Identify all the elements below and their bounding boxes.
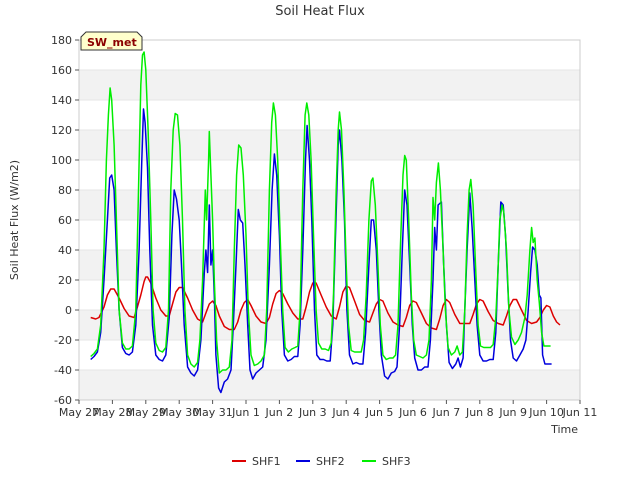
y-tick-label: -40 [54, 364, 72, 377]
legend-label-shf2: SHF2 [316, 455, 345, 468]
y-tick-label: -20 [54, 334, 72, 347]
grid-band [79, 370, 580, 400]
y-tick-label: 120 [51, 124, 72, 137]
legend: SHF1 SHF2 SHF3 [232, 455, 411, 468]
y-tick-label: 140 [51, 94, 72, 107]
y-tick-label: 60 [58, 214, 72, 227]
x-tick-label: Jun 10 [528, 406, 564, 419]
grid-band [79, 130, 580, 160]
sw-met-badge: SW_met [80, 31, 143, 51]
x-tick-label: Jun 5 [365, 406, 394, 419]
y-tick-label: 40 [58, 244, 72, 257]
y-tick-label: 100 [51, 154, 72, 167]
chart-title: Soil Heat Flux [275, 4, 365, 19]
y-axis-label: Soil Heat Flux (W/m2) [8, 160, 21, 280]
grid-band [79, 70, 580, 100]
grid-band [79, 250, 580, 280]
legend-label-shf3: SHF3 [382, 455, 411, 468]
x-tick-label: Jun 4 [331, 406, 360, 419]
x-axis-label: Time [550, 423, 578, 436]
plot-area [90, 51, 561, 394]
x-tick-label: Jun 6 [398, 406, 427, 419]
soil-heat-flux-chart: Soil Heat Flux -60-40-200204060801001201… [8, 4, 597, 468]
x-tick-label: Jun 8 [465, 406, 494, 419]
x-tick-label: Jun 3 [298, 406, 327, 419]
x-tick-label: Jun 2 [265, 406, 294, 419]
x-tick-label: Jun 11 [562, 406, 598, 419]
grid-band [79, 190, 580, 220]
legend-label-shf1: SHF1 [252, 455, 281, 468]
y-tick-label: 0 [65, 304, 72, 317]
y-tick-label: 80 [58, 184, 72, 197]
x-tick-label: May 31 [192, 406, 232, 419]
y-tick-label: 160 [51, 64, 72, 77]
sw-met-badge-label: SW_met [87, 36, 137, 49]
x-axis: May 27May 28May 29May 30May 31 Jun 1 Jun 2… [59, 400, 597, 419]
y-tick-label: 180 [51, 34, 72, 47]
y-tick-label: 20 [58, 274, 72, 287]
x-tick-label: Jun 9 [498, 406, 527, 419]
x-tick-label: Jun 7 [432, 406, 461, 419]
y-axis: -60-40-20020406080100120140160180 [51, 34, 79, 407]
x-tick-label: Jun 1 [231, 406, 260, 419]
